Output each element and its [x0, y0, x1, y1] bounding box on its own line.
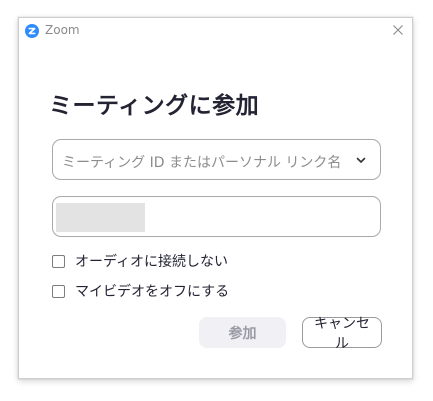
meeting-id-placeholder: ミーティング ID またはパーソナル リンク名: [62, 155, 342, 171]
redacted-name-value: [56, 203, 145, 232]
close-icon: [393, 25, 403, 35]
no-audio-label: オーディオに接続しない: [75, 254, 229, 270]
cancel-button[interactable]: キャンセル: [302, 316, 382, 352]
chevron-down-icon[interactable]: [355, 154, 367, 166]
no-audio-checkbox[interactable]: [52, 254, 65, 268]
meeting-id-combobox[interactable]: ミーティング ID またはパーソナル リンク名: [52, 139, 381, 180]
title-bar: Zoom: [19, 18, 412, 44]
app-title: Zoom: [45, 23, 80, 37]
video-off-checkbox[interactable]: [52, 284, 65, 298]
display-name-field[interactable]: [52, 196, 381, 237]
join-meeting-window: Zoom ミーティングに参加 ミーティング ID またはパーソナル リンク名 オ…: [18, 17, 413, 379]
dialog-title: ミーティングに参加: [49, 93, 260, 119]
video-off-label: マイビデオをオフにする: [75, 284, 230, 300]
zoom-logo-icon: [25, 24, 39, 38]
join-button[interactable]: 参加: [199, 317, 286, 348]
no-audio-option[interactable]: オーディオに接続しない: [52, 251, 228, 271]
close-button[interactable]: [390, 22, 406, 38]
video-off-option[interactable]: マイビデオをオフにする: [52, 281, 229, 301]
